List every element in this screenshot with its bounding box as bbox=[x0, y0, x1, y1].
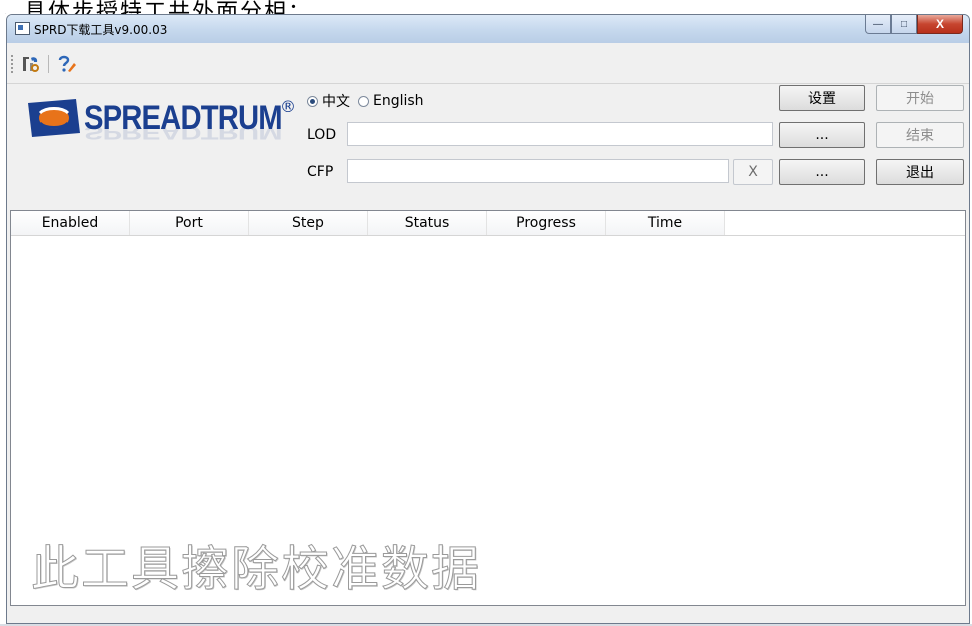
radio-english[interactable] bbox=[358, 95, 369, 107]
page-caption: ，具体步授特工共外面分相： bbox=[0, 0, 313, 14]
cfp-browse-button[interactable]: ... bbox=[779, 159, 865, 185]
toolbar-separator bbox=[48, 55, 49, 73]
minimize-icon: — bbox=[873, 18, 883, 30]
watermark-text: 此工具擦除校准数据 bbox=[30, 541, 482, 598]
help-icon[interactable] bbox=[55, 53, 77, 75]
minimize-button[interactable]: — bbox=[865, 15, 891, 34]
close-icon: X bbox=[935, 17, 944, 31]
exit-button[interactable]: 退出 bbox=[876, 159, 964, 185]
caption-buttons: — □ X bbox=[865, 15, 963, 35]
port-status-table: Enabled Port Step Status Progress Time 此… bbox=[10, 210, 966, 606]
lod-input[interactable] bbox=[347, 122, 773, 146]
cfp-label: CFP bbox=[307, 164, 334, 180]
maximize-button[interactable]: □ bbox=[891, 15, 917, 34]
cfp-clear-button[interactable]: X bbox=[733, 159, 773, 185]
column-status[interactable]: Status bbox=[368, 211, 487, 235]
lod-browse-button[interactable]: ... bbox=[779, 122, 865, 148]
logo-registered-mark: ® bbox=[280, 97, 296, 116]
logo-reflection: SPREADTRUM bbox=[84, 122, 282, 143]
column-time[interactable]: Time bbox=[606, 211, 725, 235]
radio-chinese[interactable] bbox=[307, 95, 318, 107]
window-title: SPRD下载工具v9.00.03 bbox=[34, 23, 168, 37]
start-button[interactable]: 开始 bbox=[876, 85, 964, 111]
title-bar[interactable]: SPRD下载工具v9.00.03 — □ X bbox=[7, 15, 969, 43]
spreadtrum-logo: SPREADTRUM ® SPREADTRUM bbox=[28, 95, 298, 175]
table-header: Enabled Port Step Status Progress Time bbox=[11, 211, 965, 236]
app-icon bbox=[15, 22, 30, 35]
cfp-input[interactable] bbox=[347, 159, 729, 183]
settings-tools-icon[interactable] bbox=[19, 53, 41, 75]
language-selector: 中文 English bbox=[307, 91, 428, 111]
column-enabled[interactable]: Enabled bbox=[11, 211, 130, 235]
main-window: SPRD下载工具v9.00.03 — □ X SPREADTRUM ® SPRE… bbox=[6, 14, 970, 624]
radio-chinese-label[interactable]: 中文 bbox=[322, 91, 350, 111]
maximize-icon: □ bbox=[900, 18, 908, 30]
close-button[interactable]: X bbox=[917, 15, 963, 34]
toolbar bbox=[7, 43, 969, 84]
column-step[interactable]: Step bbox=[249, 211, 368, 235]
settings-button[interactable]: 设置 bbox=[779, 85, 865, 111]
stop-button[interactable]: 结束 bbox=[876, 122, 964, 148]
column-progress[interactable]: Progress bbox=[487, 211, 606, 235]
radio-english-label[interactable]: English bbox=[373, 93, 424, 109]
lod-label: LOD bbox=[307, 127, 337, 143]
logo-mark-icon bbox=[28, 99, 80, 137]
toolbar-grip bbox=[11, 55, 13, 73]
column-port[interactable]: Port bbox=[130, 211, 249, 235]
